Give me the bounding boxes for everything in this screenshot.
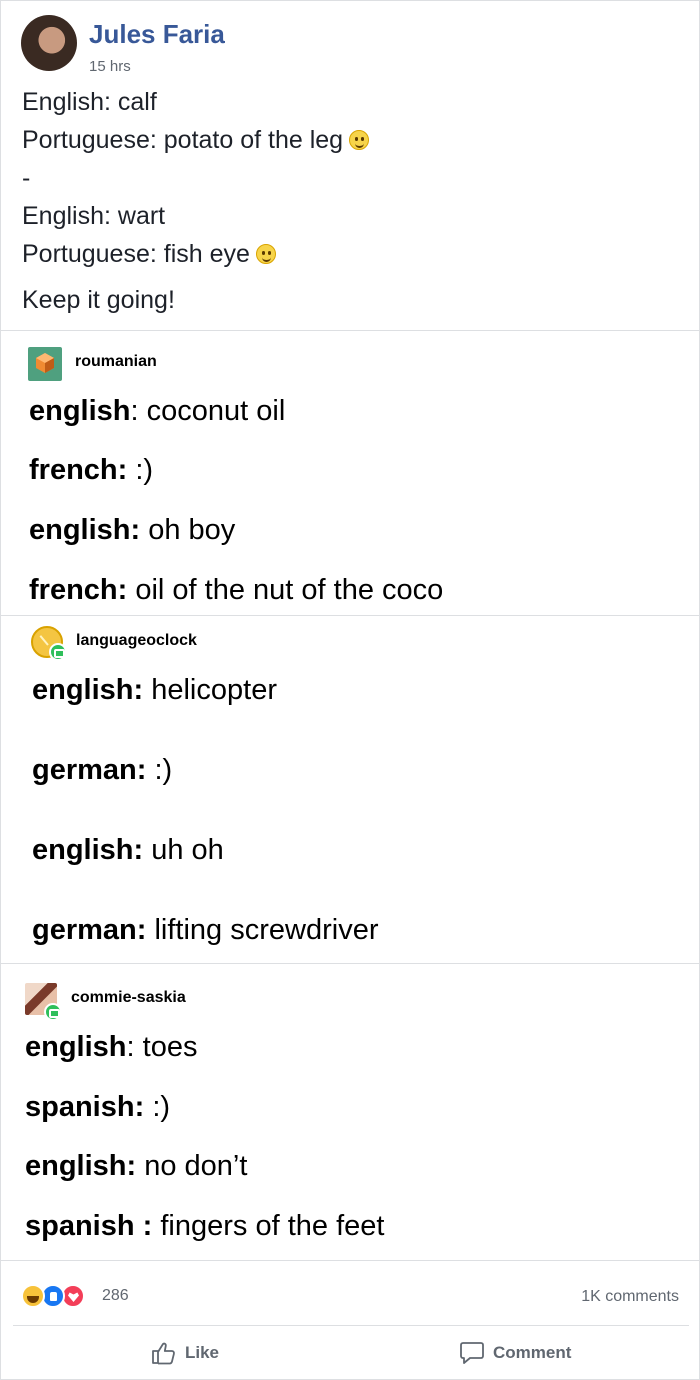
divider (13, 1325, 689, 1326)
divider (1, 1260, 700, 1261)
post-timestamp[interactable]: 15 hrs (89, 58, 131, 75)
post-text-line: Portuguese: fish eye (22, 240, 276, 269)
post-text-line: English: calf (22, 88, 157, 116)
tumblr-text-line: english: helicopter (32, 674, 277, 706)
comment-bubble-icon (460, 1342, 484, 1364)
divider (1, 330, 700, 331)
comment-label: Comment (493, 1343, 572, 1362)
tumblr-text-line: english: coconut oil (29, 395, 286, 427)
like-label: Like (185, 1343, 220, 1362)
reaction-count[interactable]: 286 (102, 1287, 129, 1305)
tumblr-username[interactable]: roumanian (75, 353, 157, 371)
tumblr-username[interactable]: commie-saskia (71, 989, 186, 1007)
author-name[interactable]: Jules Faria (89, 19, 225, 50)
haha-reaction-icon (21, 1284, 45, 1308)
reblog-icon (44, 1003, 62, 1021)
author-avatar[interactable] (21, 15, 77, 71)
thumbs-up-icon (152, 1342, 175, 1365)
divider (1, 963, 700, 964)
tumblr-text-line: french: :) (29, 454, 154, 486)
post-text-line: - (22, 164, 31, 192)
comments-count[interactable]: 1K comments (581, 1288, 679, 1306)
comment-button[interactable]: Comment (459, 1339, 571, 1367)
smile-emoji-icon (255, 244, 276, 264)
post-text-line: Keep it going! (22, 286, 175, 314)
tumblr-text-line: spanish: :) (25, 1091, 171, 1123)
post-text-line: English: wart (22, 202, 166, 230)
like-button[interactable]: Like (151, 1339, 219, 1367)
tumblr-username[interactable]: languageoclock (76, 632, 197, 650)
tumblr-text-line: english: toes (25, 1031, 198, 1063)
cube-avatar-icon[interactable] (28, 347, 62, 381)
divider (1, 615, 700, 616)
tumblr-text-line: english: no don’t (25, 1150, 248, 1182)
tumblr-text-line: english: uh oh (32, 834, 224, 866)
reblog-icon (49, 643, 67, 661)
tumblr-text-line: german: :) (32, 754, 173, 786)
tumblr-text-line: german: lifting screwdriver (32, 914, 379, 946)
post-card: Jules Faria 15 hrs English: calf Portugu… (0, 0, 700, 1380)
post-text-line: Portuguese: potato of the leg (22, 126, 370, 155)
tumblr-text-line: english: oh boy (29, 514, 236, 546)
reactions-summary[interactable] (21, 1284, 101, 1310)
smile-emoji-icon (349, 130, 370, 150)
tumblr-text-line: french: oil of the nut of the coco (29, 574, 444, 606)
tumblr-text-line: spanish : fingers of the feet (25, 1210, 385, 1242)
